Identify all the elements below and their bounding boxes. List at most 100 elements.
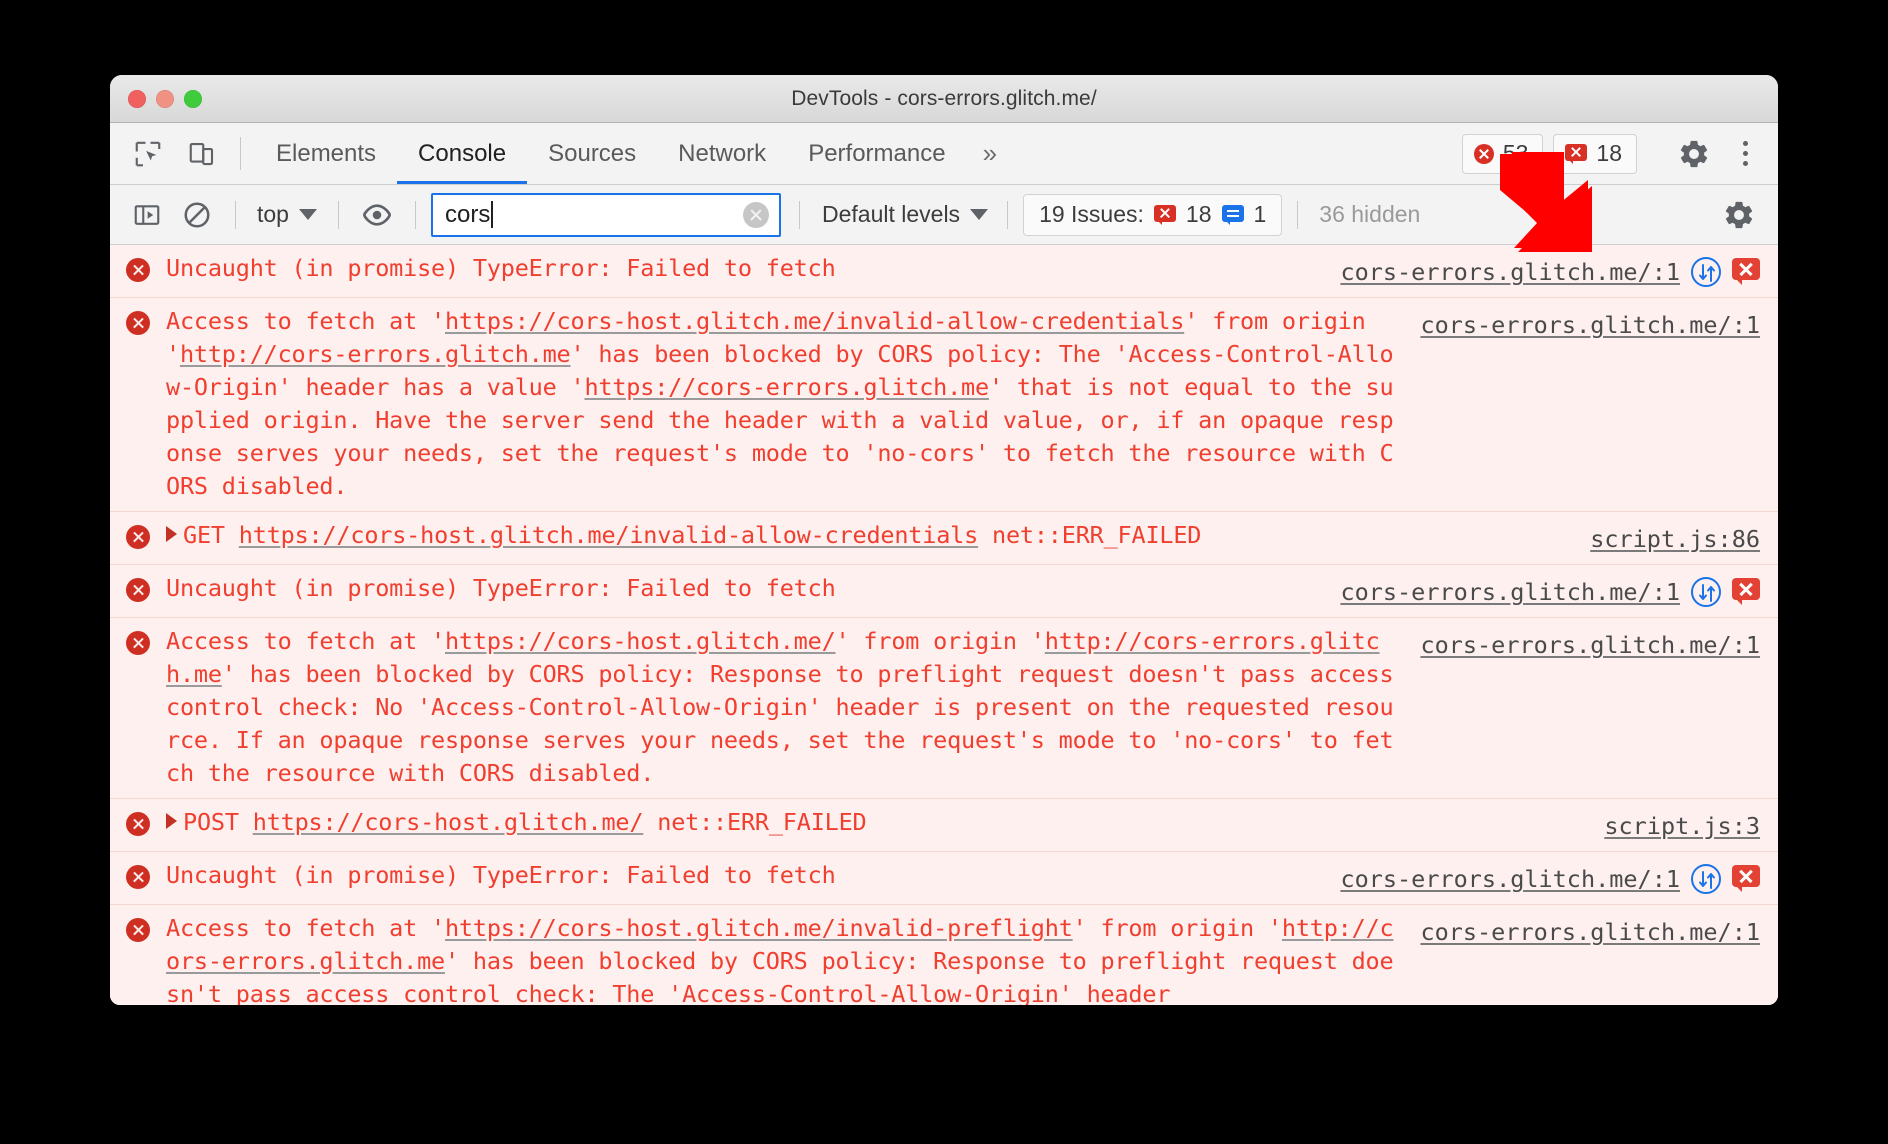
devtools-tool-icons xyxy=(124,123,226,184)
error-count-value: 53 xyxy=(1502,140,1529,166)
kebab-dot xyxy=(1742,161,1748,166)
console-settings-button[interactable] xyxy=(1716,193,1762,237)
source-location-link[interactable]: cors-errors.glitch.me/:1 xyxy=(1420,309,1760,342)
window-title: DevTools - cors-errors.glitch.me/ xyxy=(791,86,1097,110)
console-message-link[interactable]: https://cors-host.glitch.me/invalid-allo… xyxy=(239,521,978,549)
console-filter-toolbar: top cors Default levels 19 Issues: 18 1 … xyxy=(110,185,1778,245)
more-tabs-button[interactable]: » xyxy=(967,123,1013,184)
filterbar-divider xyxy=(337,200,339,229)
gear-icon xyxy=(1680,140,1708,167)
zoom-window-button[interactable] xyxy=(184,89,202,108)
message-level-icon-cell xyxy=(110,859,166,889)
network-request-icon[interactable] xyxy=(1691,864,1721,894)
devtools-more-menu-button[interactable] xyxy=(1728,137,1762,171)
message-source-cell: script.js:3 xyxy=(1604,806,1778,843)
chevron-down-icon xyxy=(298,209,317,220)
console-message-text-segment: net::ERR_FAILED xyxy=(978,521,1202,549)
issue-bubble-icon[interactable] xyxy=(1732,258,1760,285)
error-circle-icon xyxy=(126,812,150,836)
issues-info-count: 1 xyxy=(1253,201,1267,227)
error-count-badge[interactable]: 53 xyxy=(1461,133,1544,174)
source-location-link[interactable]: cors-errors.glitch.me/:1 xyxy=(1420,629,1760,662)
console-message-link[interactable]: https://cors-errors.glitch.me xyxy=(584,373,989,401)
log-level-label: Default levels xyxy=(821,201,961,227)
issue-bubble-icon[interactable] xyxy=(1732,865,1760,892)
message-source-cell: cors-errors.glitch.me/:1 xyxy=(1420,625,1778,662)
console-message-link[interactable]: https://cors-host.glitch.me/invalid-pref… xyxy=(445,914,1073,942)
console-message-list[interactable]: Uncaught (in promise) TypeError: Failed … xyxy=(110,245,1778,1005)
tabbar-right-controls: 53 18 xyxy=(1461,123,1778,184)
filter-input-value: cors xyxy=(444,200,491,228)
devtools-window: DevTools - cors-errors.glitch.me/ Elemen… xyxy=(110,75,1778,1005)
source-location-link[interactable]: cors-errors.glitch.me/:1 xyxy=(1340,576,1680,609)
issue-bubble-icon[interactable] xyxy=(1732,578,1760,605)
source-location-link[interactable]: cors-errors.glitch.me/:1 xyxy=(1420,916,1760,949)
console-message-link[interactable]: https://cors-host.glitch.me/ xyxy=(445,627,836,655)
clear-filter-input-button[interactable] xyxy=(742,201,769,228)
console-message-row[interactable]: Access to fetch at 'https://cors-host.gl… xyxy=(110,905,1778,1005)
console-message-text-segment: GET xyxy=(183,521,239,549)
console-message-link[interactable]: http://cors-errors.glitch.me xyxy=(180,340,571,368)
devtools-tabbar: Elements Console Sources Network Perform… xyxy=(110,123,1778,185)
source-location-link[interactable]: cors-errors.glitch.me/:1 xyxy=(1340,863,1680,896)
hidden-messages-count[interactable]: 36 hidden xyxy=(1313,201,1426,228)
message-source-cell: cors-errors.glitch.me/:1 xyxy=(1340,859,1778,896)
chevron-down-icon xyxy=(970,209,989,220)
message-level-icon-cell xyxy=(110,806,166,836)
toggle-device-toolbar-button[interactable] xyxy=(178,130,226,178)
filterbar-divider xyxy=(1297,200,1299,229)
error-circle-icon xyxy=(126,918,150,942)
disclosure-triangle-icon[interactable] xyxy=(166,526,177,542)
source-location-link[interactable]: script.js:86 xyxy=(1590,523,1760,556)
error-circle-icon xyxy=(1473,143,1494,164)
console-message-text-segment: ' from origin ' xyxy=(835,627,1045,655)
close-window-button[interactable] xyxy=(128,89,146,108)
console-message-row[interactable]: GET https://cors-host.glitch.me/invalid-… xyxy=(110,512,1778,565)
console-message-row[interactable]: Access to fetch at 'https://cors-host.gl… xyxy=(110,298,1778,512)
issues-label: 19 Issues: xyxy=(1039,201,1144,227)
log-level-selector[interactable]: Default levels xyxy=(818,201,992,228)
issues-summary-button[interactable]: 19 Issues: 18 1 xyxy=(1023,193,1283,236)
message-source-cell: cors-errors.glitch.me/:1 xyxy=(1340,572,1778,609)
inspect-element-icon xyxy=(135,141,161,166)
toggle-console-sidebar-button[interactable] xyxy=(124,193,170,237)
filterbar-divider xyxy=(235,200,236,229)
console-message-row[interactable]: Uncaught (in promise) TypeError: Failed … xyxy=(110,852,1778,905)
console-message-link[interactable]: https://cors-host.glitch.me/ xyxy=(253,808,644,836)
disclosure-triangle-icon[interactable] xyxy=(166,813,177,829)
tab-console[interactable]: Console xyxy=(397,123,528,184)
tab-performance[interactable]: Performance xyxy=(787,123,966,184)
tab-sources[interactable]: Sources xyxy=(527,123,657,184)
error-circle-icon xyxy=(126,525,150,549)
network-request-icon[interactable] xyxy=(1691,577,1721,607)
console-message-row[interactable]: Access to fetch at 'https://cors-host.gl… xyxy=(110,618,1778,799)
issue-count-badge[interactable]: 18 xyxy=(1553,133,1637,174)
message-level-icon-cell xyxy=(110,305,166,335)
issue-bubble-x-icon xyxy=(1565,143,1588,164)
error-circle-icon xyxy=(126,258,150,282)
minimize-window-button[interactable] xyxy=(156,89,174,108)
console-filter-input[interactable]: cors xyxy=(430,192,781,237)
execution-context-selector[interactable]: top xyxy=(251,201,323,228)
window-traffic-lights xyxy=(128,89,202,108)
message-level-icon-cell xyxy=(110,625,166,655)
network-request-icon[interactable] xyxy=(1691,257,1721,287)
inspect-element-button[interactable] xyxy=(124,130,172,178)
console-message-link[interactable]: https://cors-host.glitch.me/invalid-allo… xyxy=(445,307,1184,335)
clear-console-button[interactable] xyxy=(174,193,220,237)
source-location-link[interactable]: script.js:3 xyxy=(1604,810,1760,843)
tab-elements[interactable]: Elements xyxy=(255,123,397,184)
console-message-row[interactable]: Uncaught (in promise) TypeError: Failed … xyxy=(110,245,1778,298)
devtools-settings-button[interactable] xyxy=(1670,130,1718,178)
error-circle-icon xyxy=(126,578,150,602)
message-source-cell: script.js:86 xyxy=(1590,519,1778,556)
text-cursor xyxy=(491,201,494,228)
console-message-text-segment: Access to fetch at ' xyxy=(166,914,445,942)
devtools-tabs: Elements Console Sources Network Perform… xyxy=(255,123,1013,184)
tab-network[interactable]: Network xyxy=(657,123,787,184)
console-message-row[interactable]: POST https://cors-host.glitch.me/ net::E… xyxy=(110,799,1778,852)
source-location-link[interactable]: cors-errors.glitch.me/:1 xyxy=(1340,256,1680,289)
live-expression-button[interactable] xyxy=(354,193,400,237)
console-message-row[interactable]: Uncaught (in promise) TypeError: Failed … xyxy=(110,565,1778,618)
issue-info-bubble-icon xyxy=(1221,204,1244,225)
